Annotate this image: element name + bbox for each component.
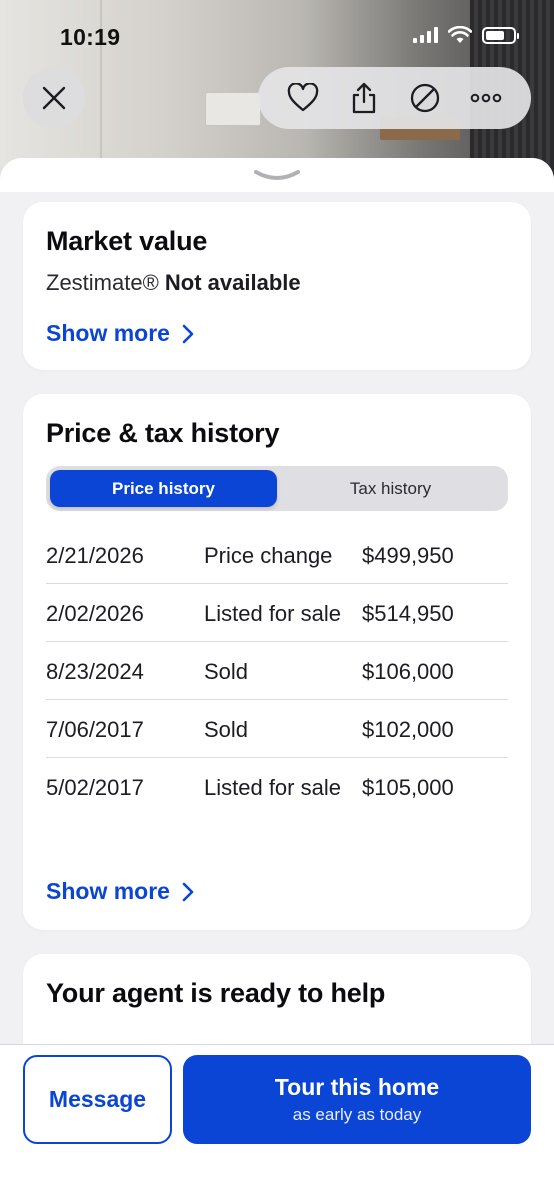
close-icon	[42, 86, 66, 110]
action-toolbar	[258, 67, 531, 129]
heart-icon	[287, 83, 318, 112]
row-price: $102,000	[362, 717, 454, 742]
share-icon	[352, 82, 376, 114]
battery-icon	[482, 26, 519, 44]
hide-home-button[interactable]	[405, 78, 445, 118]
market-value-card: Market value Zestimate® Not available Sh…	[23, 202, 531, 370]
status-icons	[413, 26, 519, 44]
table-row: 5/02/2017 Listed for sale $105,000	[46, 758, 508, 815]
row-event: Price change	[204, 543, 333, 568]
zestimate-line: Zestimate® Not available	[46, 270, 301, 296]
row-event: Sold	[204, 659, 249, 684]
row-event: Listed for sale	[204, 775, 341, 800]
price-history-table: 2/21/2026 Price change $499,950 2/02/202…	[46, 526, 508, 815]
chevron-right-icon	[182, 882, 194, 901]
status-bar: 10:19	[0, 0, 554, 70]
row-date: 7/06/2017	[46, 717, 144, 742]
row-price: $105,000	[362, 775, 454, 800]
sheet-grabber-icon[interactable]	[252, 168, 302, 184]
table-row: 2/02/2026 Listed for sale $514,950	[46, 584, 508, 642]
row-date: 5/02/2017	[46, 775, 144, 800]
save-home-button[interactable]	[283, 78, 323, 118]
show-more-label: Show more	[46, 320, 170, 346]
zestimate-value: Not available	[164, 270, 301, 295]
row-price: $106,000	[362, 659, 454, 684]
photo-wall-unit	[205, 92, 261, 126]
chevron-right-icon	[182, 324, 194, 343]
price-tax-history-card: Price & tax history Price history Tax hi…	[23, 394, 531, 930]
tour-home-button[interactable]: Tour this home as early as today	[183, 1055, 531, 1144]
row-price: $514,950	[362, 601, 454, 626]
tour-button-label: Tour this home	[274, 1074, 440, 1100]
row-event: Listed for sale	[204, 601, 341, 626]
bottom-action-bar: Message Tour this home as early as today	[0, 1044, 554, 1200]
row-date: 2/02/2026	[46, 601, 144, 626]
row-price: $499,950	[362, 543, 454, 568]
message-button[interactable]: Message	[23, 1055, 172, 1144]
price-tax-history-title: Price & tax history	[46, 418, 280, 448]
agent-card-title: Your agent is ready to help	[46, 978, 386, 1008]
more-icon	[471, 93, 502, 103]
show-more-label: Show more	[46, 878, 170, 904]
tab-price-history[interactable]: Price history	[50, 470, 277, 507]
hide-icon	[410, 83, 440, 113]
zestimate-label: Zestimate®	[46, 270, 159, 295]
cellular-signal-icon	[413, 27, 438, 43]
market-value-title: Market value	[46, 226, 208, 256]
history-tab-switcher: Price history Tax history	[46, 466, 508, 511]
tour-button-sublabel: as early as today	[292, 1105, 422, 1124]
row-date: 2/21/2026	[46, 543, 144, 568]
wifi-icon	[448, 26, 472, 43]
price-history-show-more-link[interactable]: Show more	[46, 878, 194, 905]
table-row: 8/23/2024 Sold $106,000	[46, 642, 508, 700]
row-event: Sold	[204, 717, 249, 742]
market-value-show-more-link[interactable]: Show more	[46, 320, 194, 347]
tab-tax-history[interactable]: Tax history	[277, 470, 504, 507]
more-options-button[interactable]	[466, 78, 506, 118]
table-row: 7/06/2017 Sold $102,000	[46, 700, 508, 758]
status-time: 10:19	[60, 24, 121, 50]
row-date: 8/23/2024	[46, 659, 144, 684]
close-button[interactable]	[23, 67, 85, 129]
share-button[interactable]	[344, 78, 384, 118]
table-row: 2/21/2026 Price change $499,950	[46, 526, 508, 584]
